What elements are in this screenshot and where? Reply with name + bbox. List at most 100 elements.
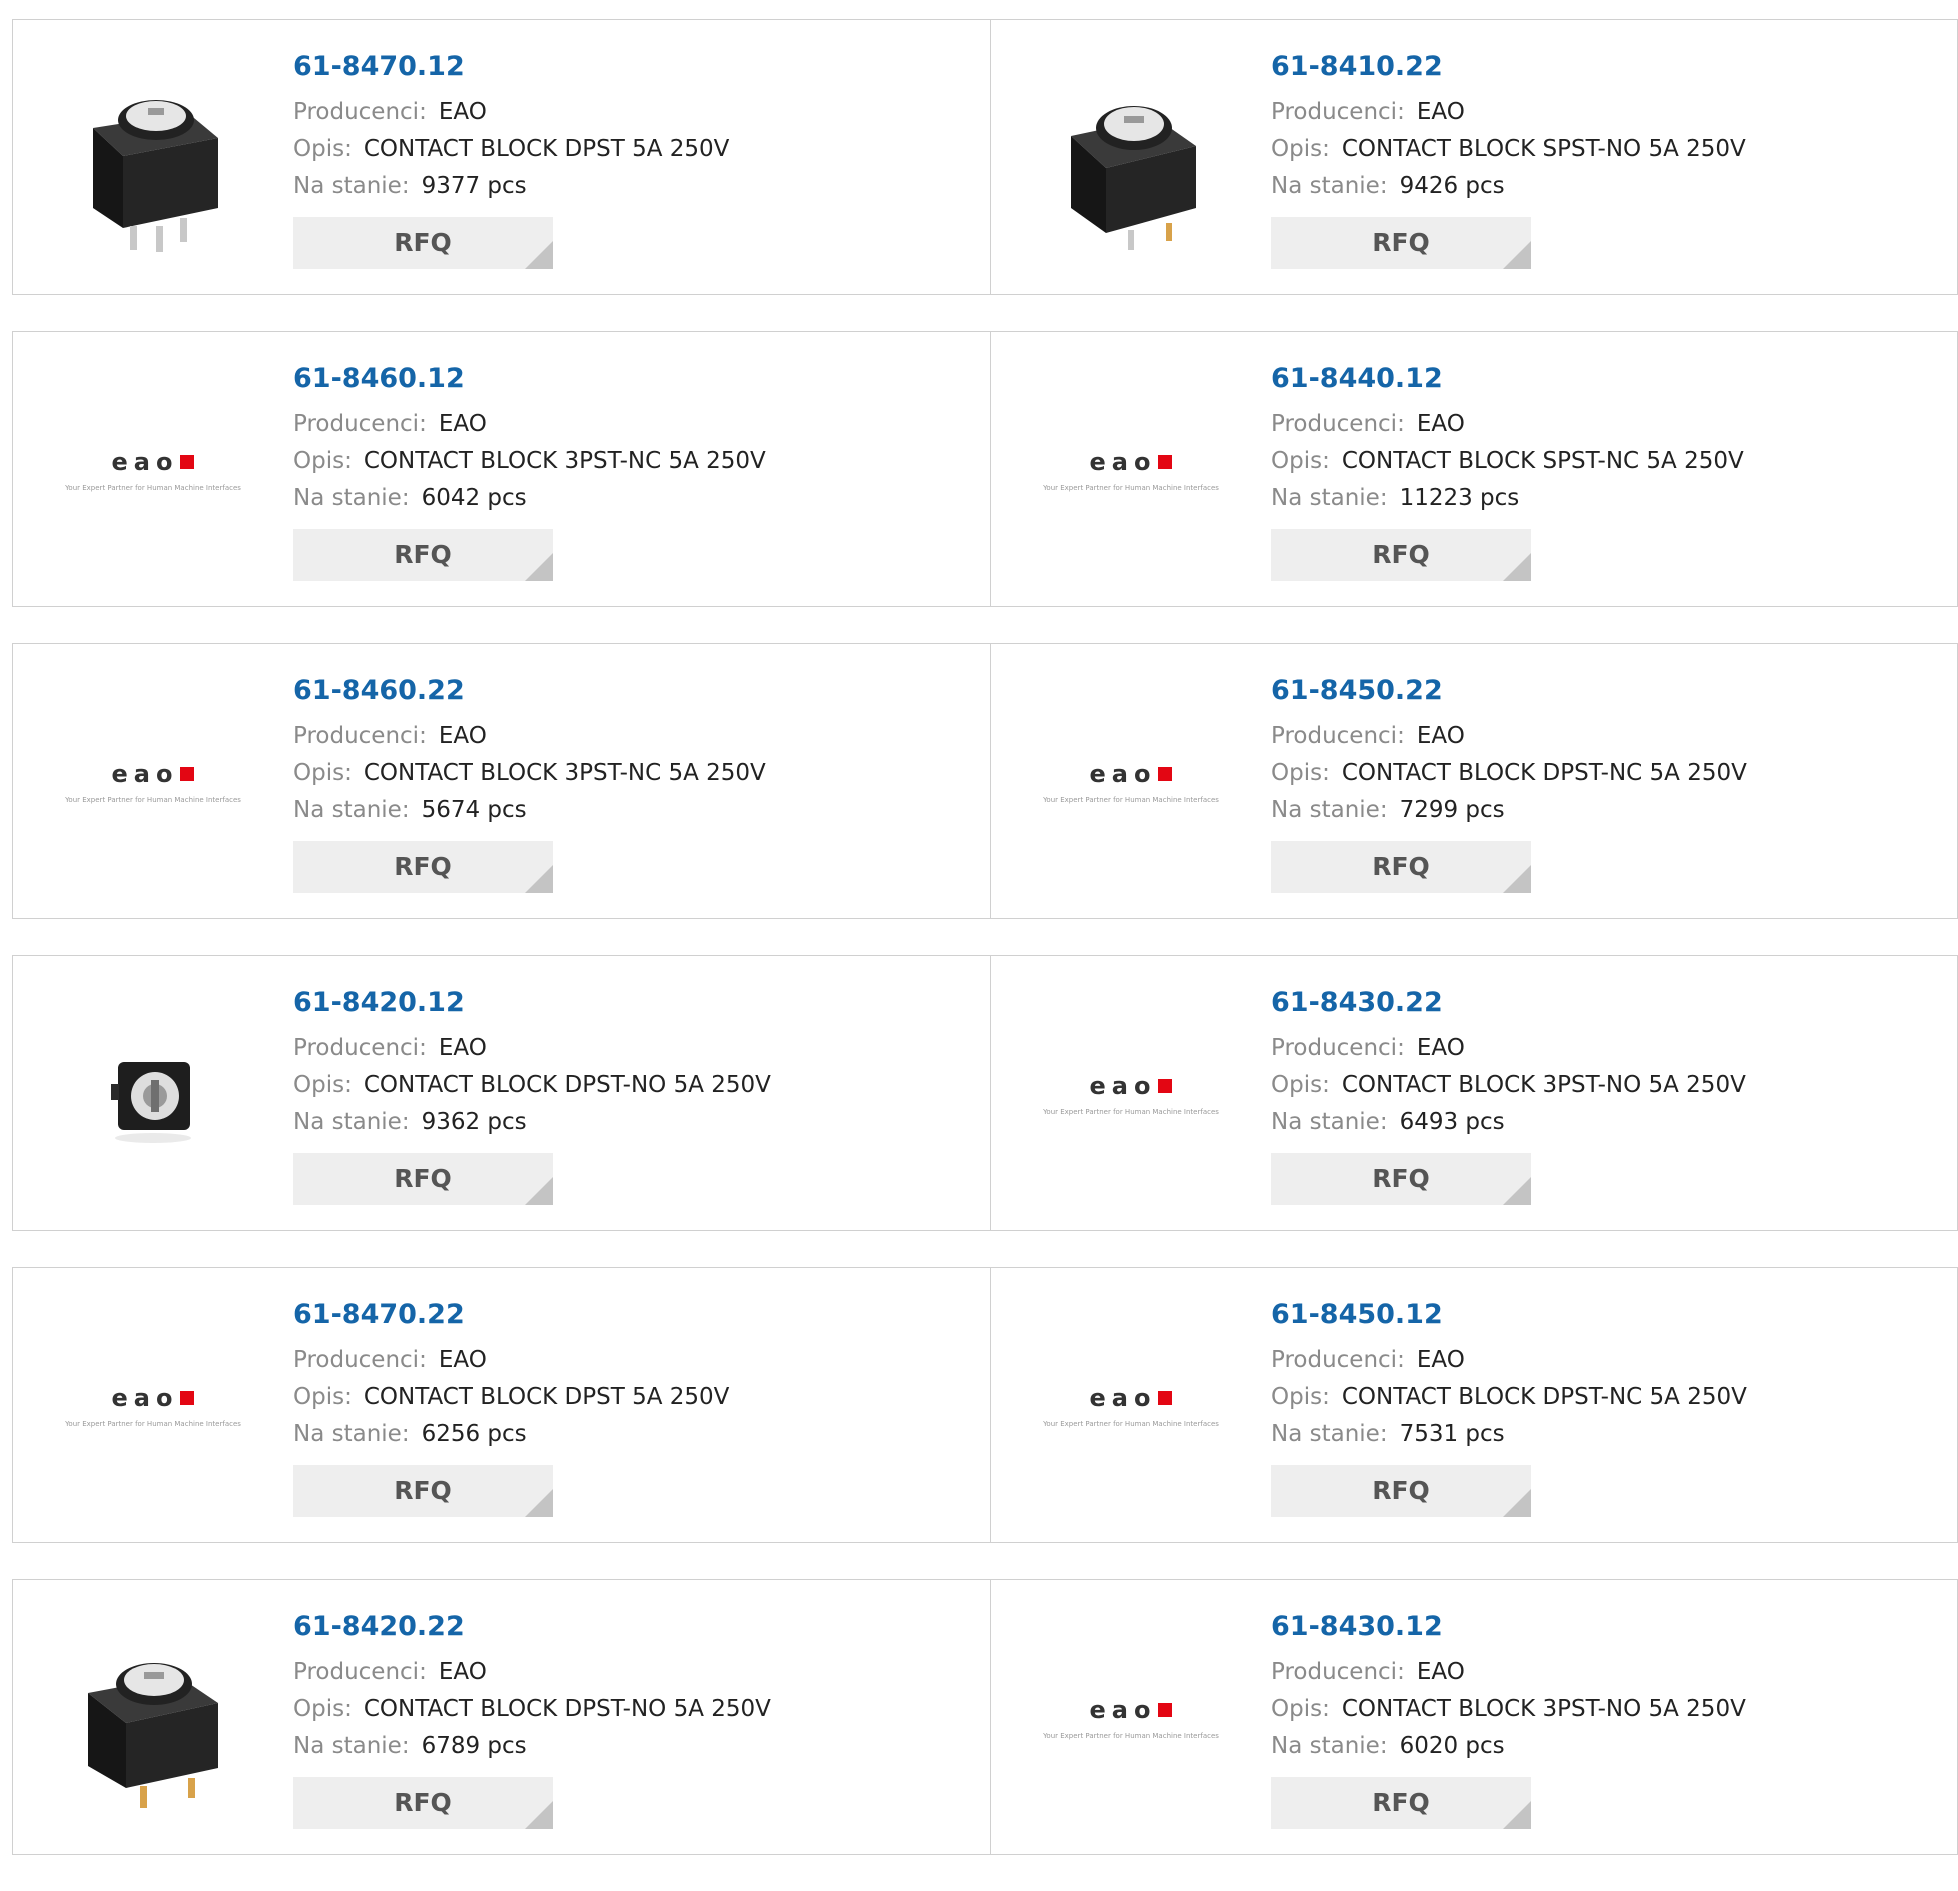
description-field: Opis: CONTACT BLOCK 3PST-NO 5A 250V (1271, 1691, 1746, 1728)
eao-logo: eao Your Expert Partner for Human Machin… (1043, 1384, 1219, 1428)
stock-value: 7299 pcs (1399, 797, 1505, 823)
part-number-link[interactable]: 61-8430.22 (1271, 986, 1746, 1020)
stock-value: 9362 pcs (421, 1109, 527, 1135)
part-number-link[interactable]: 61-8420.12 (293, 986, 771, 1020)
stock-value: 9426 pcs (1399, 173, 1505, 199)
rfq-button[interactable]: RFQ (293, 1153, 553, 1205)
manufacturer-field: Producenci: EAO (1271, 406, 1744, 443)
rfq-button[interactable]: RFQ (1271, 841, 1531, 893)
product-card: eao Your Expert Partner for Human Machin… (991, 1267, 1958, 1543)
eao-logo-word: eao (1089, 760, 1157, 788)
rfq-button[interactable]: RFQ (1271, 529, 1531, 581)
product-image[interactable] (53, 994, 253, 1194)
manufacturer-field: Producenci: EAO (293, 1342, 729, 1379)
description-label: Opis: (293, 1384, 352, 1410)
product-image[interactable]: eao Your Expert Partner for Human Machin… (1031, 994, 1231, 1194)
product-image[interactable]: eao Your Expert Partner for Human Machin… (1031, 1618, 1231, 1818)
product-info: 61-8440.12 Producenci: EAO Opis: CONTACT B… (1271, 362, 1744, 581)
product-image[interactable] (1031, 58, 1231, 258)
eao-logo-tagline: Your Expert Partner for Human Machine In… (65, 796, 241, 804)
manufacturer-value: EAO (438, 723, 487, 749)
description-field: Opis: CONTACT BLOCK 3PST-NC 5A 250V (293, 755, 766, 792)
rfq-button[interactable]: RFQ (293, 1777, 553, 1829)
part-number-link[interactable]: 61-8470.22 (293, 1298, 729, 1332)
stock-value: 6020 pcs (1399, 1733, 1505, 1759)
red-square-icon (180, 455, 195, 469)
description-value: CONTACT BLOCK DPST 5A 250V (363, 136, 730, 162)
eao-logo-tagline: Your Expert Partner for Human Machine In… (1043, 1420, 1219, 1428)
red-square-icon (1158, 455, 1173, 469)
description-field: Opis: CONTACT BLOCK DPST 5A 250V (293, 131, 729, 168)
rfq-button[interactable]: RFQ (1271, 1465, 1531, 1517)
stock-label: Na stanie: (293, 485, 410, 511)
product-row: 61-8470.12 Producenci: EAO Opis: CONTACT B… (12, 19, 1958, 295)
product-card: eao Your Expert Partner for Human Machin… (991, 331, 1958, 607)
eao-logo-word: eao (111, 448, 179, 476)
product-image[interactable] (53, 58, 253, 258)
rfq-button[interactable]: RFQ (1271, 1153, 1531, 1205)
corner-triangle-icon (525, 241, 553, 269)
stock-field: Na stanie: 7531 pcs (1271, 1416, 1747, 1453)
product-info: 61-8430.12 Producenci: EAO Opis: CONTACT B… (1271, 1610, 1746, 1829)
stock-label: Na stanie: (1271, 1109, 1388, 1135)
part-number-link[interactable]: 61-8440.12 (1271, 362, 1744, 396)
manufacturer-value: EAO (438, 1347, 487, 1373)
description-value: CONTACT BLOCK DPST-NO 5A 250V (363, 1696, 771, 1722)
corner-triangle-icon (1503, 1801, 1531, 1829)
stock-label: Na stanie: (293, 1733, 410, 1759)
part-number-link[interactable]: 61-8470.12 (293, 50, 729, 84)
description-label: Opis: (293, 1696, 352, 1722)
product-image[interactable]: eao Your Expert Partner for Human Machin… (53, 682, 253, 882)
description-field: Opis: CONTACT BLOCK SPST-NC 5A 250V (1271, 443, 1744, 480)
product-image[interactable] (53, 1618, 253, 1818)
description-value: CONTACT BLOCK DPST-NC 5A 250V (1341, 1384, 1747, 1410)
rfq-button[interactable]: RFQ (293, 217, 553, 269)
product-image[interactable]: eao Your Expert Partner for Human Machin… (53, 1306, 253, 1506)
product-info: 61-8460.22 Producenci: EAO Opis: CONTACT B… (293, 674, 766, 893)
product-image[interactable]: eao Your Expert Partner for Human Machin… (1031, 370, 1231, 570)
part-number-link[interactable]: 61-8450.12 (1271, 1298, 1747, 1332)
part-number-link[interactable]: 61-8430.12 (1271, 1610, 1746, 1644)
corner-triangle-icon (525, 1489, 553, 1517)
stock-value: 9377 pcs (421, 173, 527, 199)
rfq-button[interactable]: RFQ (1271, 217, 1531, 269)
part-number-link[interactable]: 61-8420.22 (293, 1610, 771, 1644)
manufacturer-label: Producenci: (1271, 411, 1405, 437)
stock-field: Na stanie: 9377 pcs (293, 168, 729, 205)
product-card: eao Your Expert Partner for Human Machin… (991, 955, 1958, 1231)
corner-triangle-icon (525, 1177, 553, 1205)
eao-logo-word: eao (111, 1384, 179, 1412)
rfq-button[interactable]: RFQ (293, 841, 553, 893)
eao-logo-tagline: Your Expert Partner for Human Machine In… (1043, 796, 1219, 804)
rfq-button[interactable]: RFQ (293, 529, 553, 581)
rfq-label: RFQ (394, 1164, 452, 1193)
eao-logo: eao Your Expert Partner for Human Machin… (1043, 1072, 1219, 1116)
part-number-link[interactable]: 61-8460.12 (293, 362, 766, 396)
stock-label: Na stanie: (1271, 797, 1388, 823)
rfq-label: RFQ (394, 1788, 452, 1817)
description-value: CONTACT BLOCK DPST-NO 5A 250V (363, 1072, 771, 1098)
rfq-button[interactable]: RFQ (1271, 1777, 1531, 1829)
product-info: 61-8460.12 Producenci: EAO Opis: CONTACT B… (293, 362, 766, 581)
part-number-link[interactable]: 61-8410.22 (1271, 50, 1746, 84)
rfq-label: RFQ (1372, 1476, 1430, 1505)
part-number-link[interactable]: 61-8450.22 (1271, 674, 1747, 708)
product-image[interactable]: eao Your Expert Partner for Human Machin… (1031, 1306, 1231, 1506)
eao-logo-word: eao (1089, 1384, 1157, 1412)
stock-field: Na stanie: 6020 pcs (1271, 1728, 1746, 1765)
product-image[interactable]: eao Your Expert Partner for Human Machin… (53, 370, 253, 570)
stock-field: Na stanie: 11223 pcs (1271, 480, 1744, 517)
manufacturer-field: Producenci: EAO (293, 1030, 771, 1067)
manufacturer-label: Producenci: (293, 1035, 427, 1061)
rfq-label: RFQ (1372, 1164, 1430, 1193)
corner-triangle-icon (525, 1801, 553, 1829)
eao-logo-tagline: Your Expert Partner for Human Machine In… (1043, 1108, 1219, 1116)
product-row: eao Your Expert Partner for Human Machin… (12, 331, 1958, 607)
product-card: 61-8420.12 Producenci: EAO Opis: CONTACT B… (12, 955, 991, 1231)
part-number-link[interactable]: 61-8460.22 (293, 674, 766, 708)
description-label: Opis: (293, 448, 352, 474)
product-image[interactable]: eao Your Expert Partner for Human Machin… (1031, 682, 1231, 882)
stock-label: Na stanie: (293, 1109, 410, 1135)
product-card: eao Your Expert Partner for Human Machin… (12, 1267, 991, 1543)
rfq-button[interactable]: RFQ (293, 1465, 553, 1517)
